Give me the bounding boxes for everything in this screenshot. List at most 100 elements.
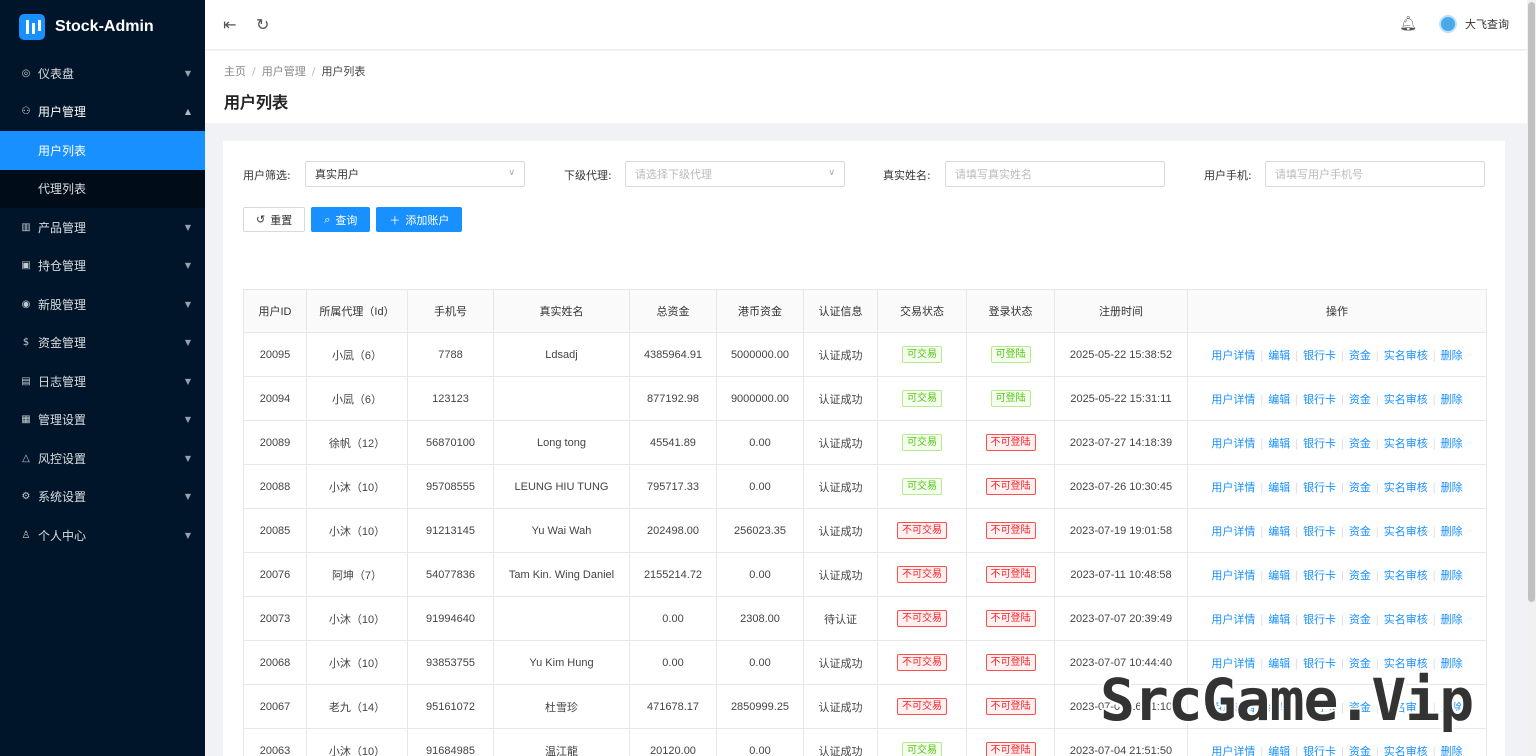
login-status-badge: 不可登陆 xyxy=(985,654,1036,671)
funds-link[interactable]: 资金 xyxy=(1349,614,1371,626)
sidebar-item[interactable]: ▣ 持仓管理 ▼ xyxy=(0,247,205,286)
funds-link[interactable]: 资金 xyxy=(1349,482,1371,494)
verify-link[interactable]: 实名审核 xyxy=(1384,438,1428,450)
table-cell: 不可登陆 xyxy=(966,552,1055,597)
delete-link[interactable]: 删除 xyxy=(1441,570,1463,582)
bank-card-link[interactable]: 银行卡 xyxy=(1303,394,1336,406)
delete-link[interactable]: 删除 xyxy=(1441,614,1463,626)
sidebar-item[interactable]: △ 风控设置 ▼ xyxy=(0,439,205,478)
table-cell: 小沐（10） xyxy=(306,596,408,641)
verify-link[interactable]: 实名审核 xyxy=(1384,394,1428,406)
table-cell: 91684985 xyxy=(407,728,494,756)
sidebar-item[interactable]: ◉ 新股管理 ▼ xyxy=(0,285,205,324)
avatar[interactable] xyxy=(1439,15,1457,33)
menu-fold-icon[interactable]: ⇤ xyxy=(223,15,236,34)
submenu: 用户列表 代理列表 xyxy=(0,131,205,208)
bell-icon[interactable]: 🔔︎ xyxy=(1399,16,1417,32)
delete-link[interactable]: 删除 xyxy=(1441,394,1463,406)
detail-link[interactable]: 用户详情 xyxy=(1211,570,1255,582)
verify-link[interactable]: 实名审核 xyxy=(1384,746,1428,756)
bank-card-link[interactable]: 银行卡 xyxy=(1303,746,1336,756)
sidebar-item[interactable]: ▤ 日志管理 ▼ xyxy=(0,362,205,401)
bank-card-link[interactable]: 银行卡 xyxy=(1303,570,1336,582)
edit-link[interactable]: 编辑 xyxy=(1268,350,1290,362)
refresh-icon[interactable]: ↻ xyxy=(256,15,269,34)
sidebar-item[interactable]: ⚇ 用户管理 ▲ xyxy=(0,93,205,132)
user-name[interactable]: 大飞查询 xyxy=(1465,16,1509,32)
sidebar-item[interactable]: ◎ 仪表盘 ▼ xyxy=(0,54,205,93)
edit-link[interactable]: 编辑 xyxy=(1268,438,1290,450)
table-cell: 不可交易 xyxy=(877,640,967,685)
sidebar-item-label: 风控设置 xyxy=(38,451,87,466)
detail-link[interactable]: 用户详情 xyxy=(1211,482,1255,494)
trade-status-badge: 可交易 xyxy=(902,742,942,756)
row-actions: 用户详情 | 编辑 | 银行卡 | 资金 | 实名审核 | 删除 xyxy=(1187,332,1487,377)
bank-card-link[interactable]: 银行卡 xyxy=(1303,614,1336,626)
bank-card-link[interactable]: 银行卡 xyxy=(1303,482,1336,494)
table-cell: 2308.00 xyxy=(716,596,804,641)
page-scrollbar[interactable] xyxy=(1527,0,1536,756)
scrollbar-thumb[interactable] xyxy=(1528,2,1535,602)
chevron-down-icon: ▼ xyxy=(184,338,191,348)
funds-link[interactable]: 资金 xyxy=(1349,350,1371,362)
edit-link[interactable]: 编辑 xyxy=(1268,394,1290,406)
detail-link[interactable]: 用户详情 xyxy=(1211,438,1255,450)
verify-link[interactable]: 实名审核 xyxy=(1384,350,1428,362)
delete-link[interactable]: 删除 xyxy=(1441,746,1463,756)
add-account-button[interactable]: ＋ 添加账户 xyxy=(376,207,463,232)
detail-link[interactable]: 用户详情 xyxy=(1211,614,1255,626)
logo[interactable]: Stock-Admin xyxy=(0,0,205,54)
sidebar-item[interactable]: ♙ 个人中心 ▼ xyxy=(0,516,205,555)
bank-card-link[interactable]: 银行卡 xyxy=(1303,350,1336,362)
delete-link[interactable]: 删除 xyxy=(1441,438,1463,450)
detail-link[interactable]: 用户详情 xyxy=(1211,394,1255,406)
phone-input[interactable]: 请填写用户手机号 xyxy=(1265,161,1485,187)
table-cell: 不可登陆 xyxy=(966,464,1055,509)
real-name-input[interactable]: 请填写真实姓名 xyxy=(945,161,1165,187)
funds-link[interactable]: 资金 xyxy=(1349,570,1371,582)
detail-link[interactable]: 用户详情 xyxy=(1211,526,1255,538)
agent-select[interactable]: 请选择下级代理 ∨ xyxy=(625,161,845,187)
detail-link[interactable]: 用户详情 xyxy=(1211,350,1255,362)
sidebar-item[interactable]: ▦ 管理设置 ▼ xyxy=(0,401,205,440)
search-icon: ⌕ xyxy=(324,212,331,226)
verify-link[interactable]: 实名审核 xyxy=(1384,570,1428,582)
sidebar-subitem[interactable]: 用户列表 xyxy=(0,131,205,170)
sidebar-item[interactable]: ▥ 产品管理 ▼ xyxy=(0,208,205,247)
sidebar-item[interactable]: $ 资金管理 ▼ xyxy=(0,324,205,363)
delete-link[interactable]: 删除 xyxy=(1441,526,1463,538)
edit-link[interactable]: 编辑 xyxy=(1268,526,1290,538)
delete-link[interactable]: 删除 xyxy=(1441,482,1463,494)
breadcrumb-user-manage[interactable]: 用户管理 xyxy=(262,65,306,78)
funds-link[interactable]: 资金 xyxy=(1349,526,1371,538)
funds-link[interactable]: 资金 xyxy=(1349,394,1371,406)
edit-link[interactable]: 编辑 xyxy=(1268,482,1290,494)
row-actions: 用户详情 | 编辑 | 银行卡 | 资金 | 实名审核 | 删除 xyxy=(1187,508,1487,553)
query-button[interactable]: ⌕ 查询 xyxy=(311,207,371,232)
verify-link[interactable]: 实名审核 xyxy=(1384,526,1428,538)
action-divider: | xyxy=(1295,525,1299,538)
verify-link[interactable]: 实名审核 xyxy=(1384,482,1428,494)
verify-link[interactable]: 实名审核 xyxy=(1384,614,1428,626)
table-cell: 123123 xyxy=(407,376,494,421)
edit-link[interactable]: 编辑 xyxy=(1268,614,1290,626)
breadcrumb-home[interactable]: 主页 xyxy=(224,65,246,78)
action-divider: | xyxy=(1432,613,1436,626)
bank-card-link[interactable]: 银行卡 xyxy=(1303,438,1336,450)
edit-link[interactable]: 编辑 xyxy=(1268,570,1290,582)
table-row: 20094 小凨（6） 123123 877192.98 9000000.00 认证成功 可… xyxy=(243,376,1487,421)
funds-link[interactable]: 资金 xyxy=(1349,746,1371,756)
detail-link[interactable]: 用户详情 xyxy=(1211,746,1255,756)
user-filter-select[interactable]: 真实用户 ∨ xyxy=(305,161,525,187)
sidebar-subitem[interactable]: 代理列表 xyxy=(0,170,205,209)
sidebar-item[interactable]: ⚙ 系统设置 ▼ xyxy=(0,478,205,517)
reset-button[interactable]: ↺ 重置 xyxy=(243,207,306,232)
bank-card-link[interactable]: 银行卡 xyxy=(1303,526,1336,538)
chevron-down-icon: ▼ xyxy=(184,222,191,232)
table-cell: 20120.00 xyxy=(629,728,717,756)
action-divider: | xyxy=(1375,525,1379,538)
funds-link[interactable]: 资金 xyxy=(1349,438,1371,450)
table-cell: 可登陆 xyxy=(966,332,1055,377)
edit-link[interactable]: 编辑 xyxy=(1268,746,1290,756)
delete-link[interactable]: 删除 xyxy=(1441,350,1463,362)
